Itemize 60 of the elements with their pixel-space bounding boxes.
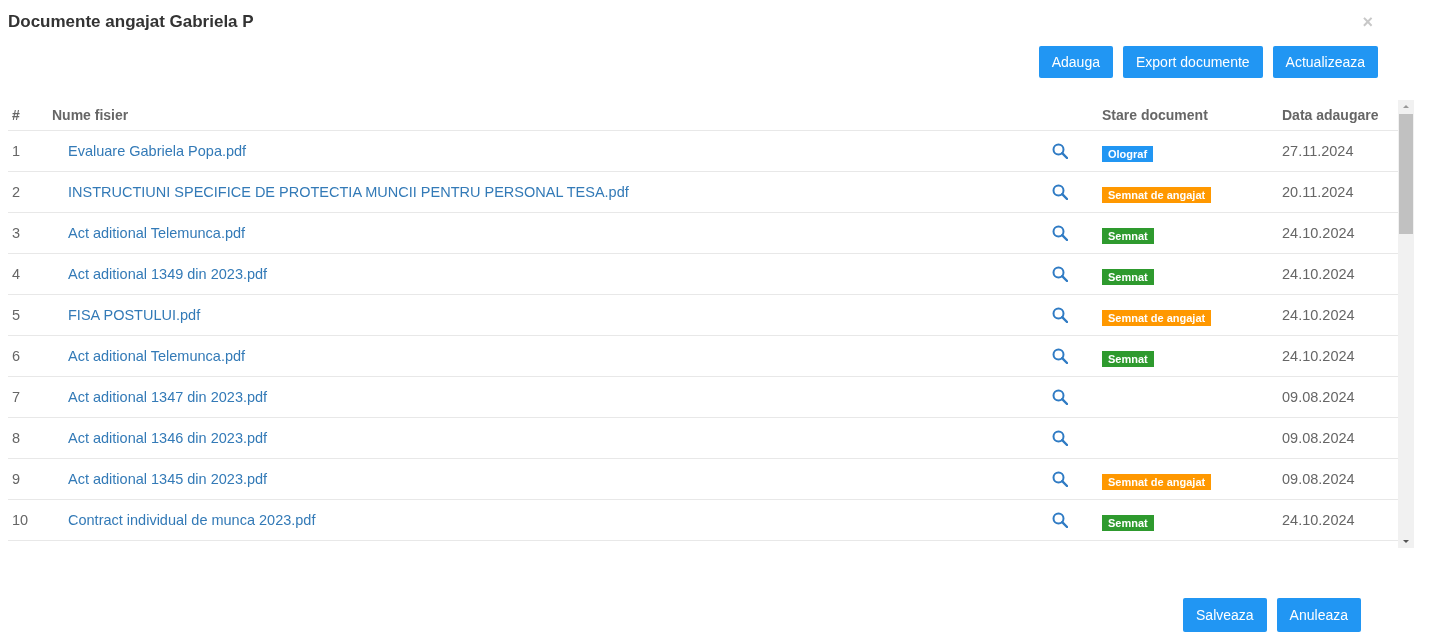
search-icon[interactable] [1052,143,1068,159]
row-number: 1 [11,143,22,159]
row-number: 10 [11,512,30,528]
date-cell-text: 24.10.2024 [1282,348,1356,364]
search-icon[interactable] [1052,307,1068,323]
column-header: Nume fisier [52,107,130,123]
dialog-title: Documente angajat Gabriela P [8,12,254,32]
status-tag: Semnat [1102,228,1154,244]
row-number: 8 [11,430,22,446]
row-number: 7 [11,389,22,405]
file-link[interactable]: Evaluare Gabriela Popa.pdf [68,143,247,159]
footer-button[interactable]: Salveaza [1183,598,1267,632]
status-tag: Semnat [1102,269,1154,285]
column-header: Stare document [1102,107,1209,123]
date-cell-text: 09.08.2024 [1282,430,1356,446]
file-link[interactable]: Act aditional 1347 din 2023.pdf [68,389,268,405]
status-tag: Semnat [1102,515,1154,531]
status-tag: Semnat [1102,351,1154,367]
date-cell-text: 09.08.2024 [1282,389,1356,405]
file-link[interactable]: Act aditional 1346 din 2023.pdf [68,430,268,446]
search-icon[interactable] [1052,389,1068,405]
column-header: # [11,107,21,123]
search-icon[interactable] [1052,430,1068,446]
file-link[interactable]: Act aditional Telemunca.pdf [68,348,246,364]
search-icon[interactable] [1052,512,1068,528]
toolbar-button[interactable]: Actualizeaza [1272,46,1378,78]
date-cell-text: 27.11.2024 [1282,143,1355,159]
search-icon[interactable] [1052,184,1068,200]
row-number: 9 [11,471,22,487]
date-cell-text: 24.10.2024 [1282,225,1356,241]
status-tag: Olograf [1102,146,1154,162]
date-cell-text: 20.11.2024 [1282,184,1355,200]
date-cell-text: 24.10.2024 [1282,512,1356,528]
row-number: 6 [11,348,22,364]
footer-button[interactable]: Anuleaza [1276,598,1361,632]
search-icon[interactable] [1052,225,1068,241]
search-icon[interactable] [1052,266,1068,282]
file-link[interactable]: Act aditional 1345 din 2023.pdf [68,471,268,487]
column-header: Data adaugare [1282,107,1380,123]
date-cell-text: 24.10.2024 [1282,266,1356,282]
status-tag: Semnat de angajat [1102,310,1212,326]
scrollbar-thumb[interactable] [1399,114,1413,234]
status-tag: Semnat de angajat [1102,474,1212,490]
status-tag: Semnat de angajat [1102,187,1212,203]
date-cell-text: 24.10.2024 [1282,307,1356,323]
file-link[interactable]: Act aditional 1349 din 2023.pdf [68,266,268,282]
search-icon[interactable] [1052,348,1068,364]
file-link[interactable]: FISA POSTULUI.pdf [68,307,201,323]
file-link[interactable]: Contract individual de munca 2023.pdf [68,512,316,528]
file-link[interactable]: INSTRUCTIUNI SPECIFICE DE PROTECTIA MUNCII PENTRU PERSONAL TESA.pdf [68,184,629,200]
file-link[interactable]: Act aditional Telemunca.pdf [68,225,246,241]
date-cell-text: 09.08.2024 [1282,471,1356,487]
scrollbar[interactable] [1398,100,1414,548]
row-number: 5 [11,307,22,323]
search-icon[interactable] [1052,471,1068,487]
row-number: 4 [11,266,22,282]
row-number: 3 [11,225,22,241]
toolbar-button[interactable]: Adauga [1038,46,1113,78]
toolbar-button[interactable]: Export documente [1123,46,1263,78]
row-number: 2 [11,184,22,200]
